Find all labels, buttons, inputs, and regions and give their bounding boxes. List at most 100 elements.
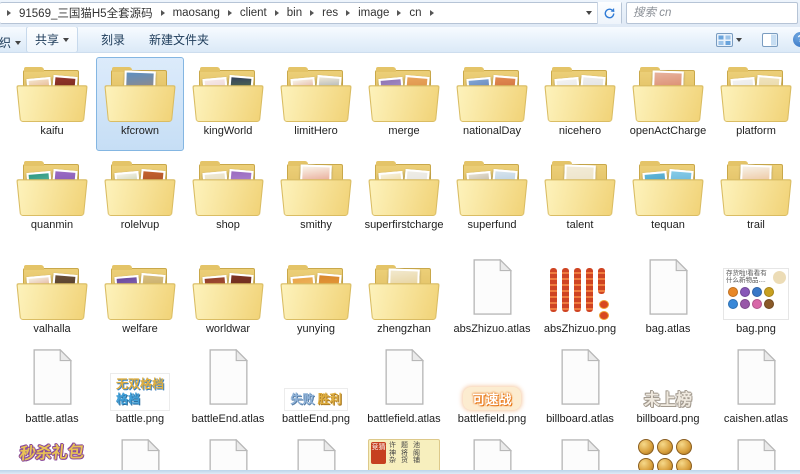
breadcrumb-separator-icon[interactable] (430, 10, 434, 16)
file-item-shop[interactable]: shop (184, 151, 272, 255)
preview-pane-button[interactable] (757, 29, 783, 51)
file-item-battle.png[interactable]: 无双格档格档battle.png (96, 351, 184, 436)
file-label: yunying (297, 323, 335, 336)
breadcrumb-separator-icon[interactable] (397, 10, 401, 16)
file-item-battlefield.png[interactable]: 可速战battlefield.png (448, 351, 536, 436)
chevron-down-icon (63, 38, 69, 42)
window-bottom-edge (0, 470, 800, 474)
file-item-bag.png[interactable]: 存货啦!看看有什么新物品....bag.png (712, 255, 800, 351)
breadcrumb-item[interactable]: maosang (170, 5, 223, 21)
breadcrumb-item[interactable]: cn (406, 5, 424, 21)
atlas-file-icon (558, 349, 603, 410)
file-icon-area (19, 258, 85, 320)
image-thumbnail: 竞猜许神杂题将货池阁铺 (368, 439, 440, 474)
folder-icon (635, 66, 701, 122)
file-item-quanmin[interactable]: quanmin (8, 151, 96, 255)
change-view-button[interactable] (711, 29, 747, 51)
folder-icon (283, 160, 349, 216)
file-icon-area (723, 154, 789, 216)
breadcrumb-item[interactable]: client (237, 5, 270, 21)
breadcrumb-separator-icon[interactable] (310, 10, 314, 16)
file-item-tequan[interactable]: tequan (624, 151, 712, 255)
file-item-battlefield.atlas[interactable]: battlefield.atlas (360, 351, 448, 436)
file-label: kfcrown (121, 125, 159, 138)
breadcrumb-separator-icon[interactable] (346, 10, 350, 16)
file-item-openActCharge[interactable]: openActCharge (624, 57, 712, 151)
refresh-button[interactable] (597, 2, 621, 24)
file-row: valhallawelfareworldwaryunyingzhengzhana… (8, 255, 800, 351)
file-item[interactable] (624, 436, 712, 474)
file-icon-area (547, 154, 613, 216)
file-item-merge[interactable]: merge (360, 57, 448, 151)
file-item-battle.atlas[interactable]: battle.atlas (8, 351, 96, 436)
file-label: billboard.atlas (546, 413, 614, 426)
file-item[interactable]: 秒杀礼包 (8, 436, 96, 474)
file-item[interactable] (448, 436, 536, 474)
file-item-superfirstcharge[interactable]: superfirstcharge (360, 151, 448, 255)
new-folder-label: 新建文件夹 (149, 31, 209, 48)
file-item[interactable]: 竞猜许神杂题将货池阁铺 (360, 436, 448, 474)
file-item-caishen.atlas[interactable]: caishen.atlas (712, 351, 800, 436)
image-thumbnail: 可速战 (463, 387, 520, 410)
breadcrumb-separator-icon[interactable] (7, 10, 11, 16)
file-item-superfund[interactable]: superfund (448, 151, 536, 255)
file-icon-area: 未上榜 (644, 354, 692, 410)
file-item-absZhizuo.png[interactable]: absZhizuo.png (536, 255, 624, 351)
image-thumbnail: 存货啦!看看有什么新物品.... (723, 268, 789, 320)
address-box[interactable]: 91569_三国猫H5全套源码 maosang client binres imagec… (0, 2, 622, 24)
file-item[interactable] (712, 436, 800, 474)
search-input[interactable] (627, 4, 797, 22)
file-item-smithy[interactable]: smithy (272, 151, 360, 255)
file-item-battleEnd.atlas[interactable]: battleEnd.atlas (184, 351, 272, 436)
breadcrumb-item[interactable]: bin (284, 5, 305, 21)
share-button[interactable]: 共享 (26, 27, 78, 53)
folder-icon (107, 264, 173, 320)
file-item-platform[interactable]: platform (712, 57, 800, 151)
toolbar: 组织 共享 刻录 新建文件夹 (0, 27, 800, 53)
address-history-dropdown[interactable] (581, 11, 597, 15)
file-icon-area (30, 354, 75, 410)
file-item-kaifu[interactable]: kaifu (8, 57, 96, 151)
help-button[interactable]: ? (793, 32, 800, 47)
file-item-yunying[interactable]: yunying (272, 255, 360, 351)
file-item[interactable] (96, 436, 184, 474)
file-item[interactable] (272, 436, 360, 474)
file-item-kfcrown[interactable]: kfcrown (96, 57, 184, 151)
folder-icon (19, 264, 85, 320)
breadcrumb-item[interactable]: res (319, 5, 341, 21)
file-item-limitHero[interactable]: limitHero (272, 57, 360, 151)
file-item-trail[interactable]: trail (712, 151, 800, 255)
file-item-talent[interactable]: talent (536, 151, 624, 255)
file-item-valhalla[interactable]: valhalla (8, 255, 96, 351)
file-row: 秒杀礼包 竞猜许神杂题将货池阁铺 (8, 436, 800, 474)
file-item-welfare[interactable]: welfare (96, 255, 184, 351)
file-item-worldwar[interactable]: worldwar (184, 255, 272, 351)
breadcrumb-item[interactable]: 91569_三国猫H5全套源码 (16, 3, 156, 23)
file-item-billboard.atlas[interactable]: billboard.atlas (536, 351, 624, 436)
file-item-nationalDay[interactable]: nationalDay (448, 57, 536, 151)
organize-button[interactable]: 组织 (0, 29, 30, 53)
file-icon-area (206, 439, 251, 474)
breadcrumb-separator-icon[interactable] (228, 10, 232, 16)
file-item[interactable] (184, 436, 272, 474)
file-icon-area (118, 439, 163, 474)
new-folder-button[interactable]: 新建文件夹 (140, 27, 218, 53)
file-item-absZhizuo.atlas[interactable]: absZhizuo.atlas (448, 255, 536, 351)
image-thumbnail: 未上榜 (644, 386, 692, 410)
file-item-battleEnd.png[interactable]: 失败 胜利battleEnd.png (272, 351, 360, 436)
file-icon-area (19, 154, 85, 216)
file-label: battleEnd.atlas (192, 413, 265, 426)
breadcrumb-separator-icon[interactable] (275, 10, 279, 16)
file-item-rolelvup[interactable]: rolelvup (96, 151, 184, 255)
file-item-zhengzhan[interactable]: zhengzhan (360, 255, 448, 351)
burn-button[interactable]: 刻录 (92, 27, 134, 53)
file-item[interactable] (536, 436, 624, 474)
file-item-kingWorld[interactable]: kingWorld (184, 57, 272, 151)
atlas-file-icon (206, 439, 251, 474)
file-icon-area (371, 258, 437, 320)
file-item-billboard.png[interactable]: 未上榜billboard.png (624, 351, 712, 436)
file-item-nicehero[interactable]: nicehero (536, 57, 624, 151)
breadcrumb-item[interactable]: image (355, 5, 392, 21)
file-item-bag.atlas[interactable]: bag.atlas (624, 255, 712, 351)
breadcrumb-separator-icon[interactable] (161, 10, 165, 16)
